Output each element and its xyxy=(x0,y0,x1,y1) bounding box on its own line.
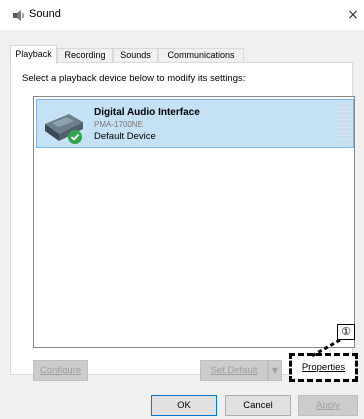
close-button[interactable]: × xyxy=(342,3,364,27)
speaker-device-icon xyxy=(45,114,83,144)
check-icon xyxy=(68,130,82,144)
device-list[interactable]: Digital Audio Interface PMA-1700NE Defau… xyxy=(33,96,355,348)
speaker-icon xyxy=(13,10,24,21)
device-status: Default Device xyxy=(94,131,156,142)
device-name: Digital Audio Interface xyxy=(94,107,200,118)
apply-button[interactable]: Apply xyxy=(298,395,358,416)
configure-button[interactable]: Configure xyxy=(33,360,88,381)
callout-number: ① xyxy=(337,324,355,340)
callout-pointer xyxy=(309,339,341,359)
tab-recording[interactable]: Recording xyxy=(57,48,113,63)
set-default-dropdown-button[interactable]: ▼ xyxy=(268,360,282,381)
instruction-text: Select a playback device below to modify… xyxy=(22,73,246,84)
apply-label: Apply xyxy=(316,400,340,411)
level-meter xyxy=(338,103,350,144)
set-default-button[interactable]: Set Default xyxy=(200,360,268,381)
device-model: PMA-1700NE xyxy=(94,120,143,129)
sound-dialog: Sound × Playback Recording Sounds Commun… xyxy=(0,0,364,419)
list-item-device[interactable]: Digital Audio Interface PMA-1700NE Defau… xyxy=(36,99,354,148)
tab-communications[interactable]: Communications xyxy=(158,48,244,63)
set-default-label: Set Default xyxy=(210,365,258,376)
tab-playback[interactable]: Playback xyxy=(10,45,57,64)
window-title: Sound xyxy=(29,8,61,20)
cancel-button[interactable]: Cancel xyxy=(225,395,291,416)
ok-button[interactable]: OK xyxy=(151,395,217,416)
configure-label: Configure xyxy=(39,365,82,376)
tab-sounds[interactable]: Sounds xyxy=(113,48,158,63)
title-bar: Sound × xyxy=(0,0,364,30)
